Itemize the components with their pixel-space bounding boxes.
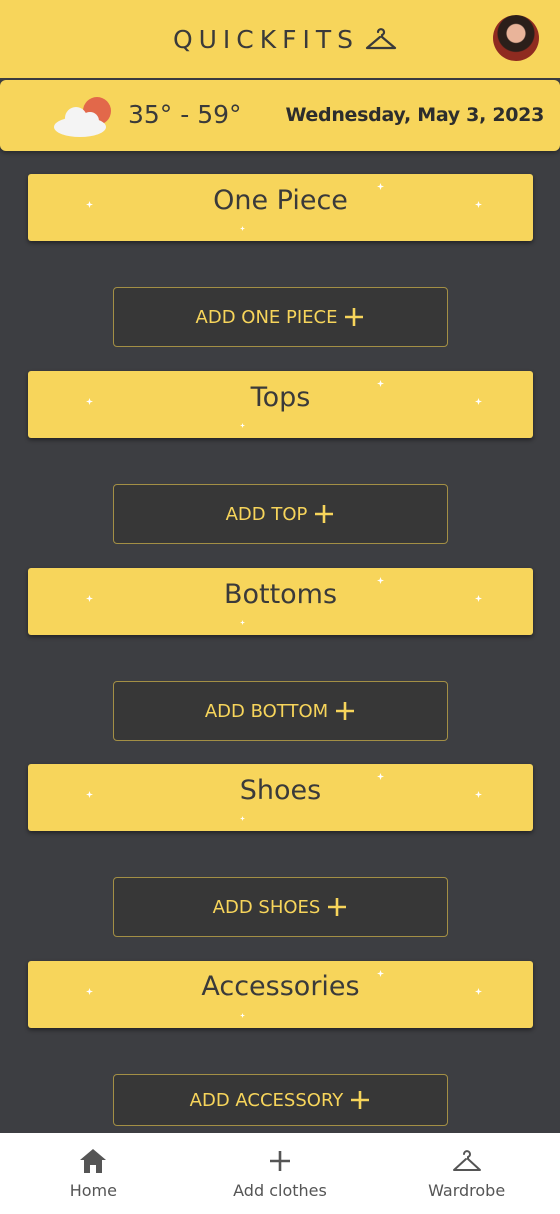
nav-wardrobe[interactable]: Wardrobe bbox=[374, 1133, 560, 1200]
sparkle-icon bbox=[86, 398, 93, 405]
plus-icon bbox=[345, 308, 364, 326]
category-label: Accessories bbox=[201, 971, 360, 1002]
add-accessory-button[interactable]: ADD ACCESSORY bbox=[113, 1074, 448, 1126]
sparkle-icon bbox=[475, 988, 482, 995]
sparkle-icon bbox=[377, 577, 384, 584]
nav-add-clothes[interactable]: Add clothes bbox=[187, 1133, 373, 1200]
plus-icon bbox=[336, 702, 355, 720]
partly-cloudy-icon bbox=[54, 97, 111, 137]
plus-icon bbox=[351, 1091, 370, 1109]
category-label: Tops bbox=[250, 382, 311, 413]
category-shoes[interactable]: Shoes bbox=[28, 764, 533, 831]
plus-icon bbox=[328, 898, 347, 916]
add-button-label: ADD TOP bbox=[225, 503, 308, 525]
sparkle-icon bbox=[86, 791, 93, 798]
nav-label: Add clothes bbox=[233, 1181, 327, 1200]
app-title: QUICKFITS bbox=[172, 24, 360, 54]
nav-home[interactable]: Home bbox=[0, 1133, 186, 1200]
sparkle-icon bbox=[240, 816, 245, 821]
add-bottom-button[interactable]: ADD BOTTOM bbox=[113, 681, 448, 741]
current-date: Wednesday, May 3, 2023 bbox=[285, 104, 544, 126]
plus-icon bbox=[315, 505, 334, 523]
category-label: Bottoms bbox=[223, 579, 338, 610]
nav-label: Wardrobe bbox=[428, 1181, 506, 1200]
sparkle-icon bbox=[475, 791, 482, 798]
app-header: QUICKFITS bbox=[0, 0, 560, 78]
user-avatar[interactable] bbox=[493, 15, 539, 61]
category-label: One Piece bbox=[213, 185, 348, 216]
sparkle-icon bbox=[86, 595, 93, 602]
sparkle-icon bbox=[240, 226, 245, 231]
add-shoes-button[interactable]: ADD SHOES bbox=[113, 877, 448, 937]
temperature-range: 35° - 59° bbox=[128, 100, 242, 129]
sparkle-icon bbox=[377, 970, 384, 977]
category-accessories[interactable]: Accessories bbox=[28, 961, 533, 1028]
add-button-label: ADD ACCESSORY bbox=[189, 1089, 344, 1111]
sparkle-icon bbox=[240, 1013, 245, 1018]
sparkle-icon bbox=[377, 183, 384, 190]
sparkle-icon bbox=[86, 201, 93, 208]
add-button-label: ADD ONE PIECE bbox=[195, 306, 338, 328]
sparkle-icon bbox=[86, 988, 93, 995]
home-icon bbox=[80, 1149, 107, 1173]
plus-icon bbox=[269, 1151, 290, 1171]
category-bottoms[interactable]: Bottoms bbox=[28, 568, 533, 635]
category-tops[interactable]: Tops bbox=[28, 371, 533, 438]
sparkle-icon bbox=[377, 380, 384, 387]
sparkle-icon bbox=[475, 595, 482, 602]
add-one-piece-button[interactable]: ADD ONE PIECE bbox=[113, 287, 448, 347]
add-button-label: ADD BOTTOM bbox=[204, 700, 329, 722]
hanger-icon bbox=[452, 1150, 481, 1171]
sparkle-icon bbox=[475, 201, 482, 208]
category-one-piece[interactable]: One Piece bbox=[28, 174, 533, 241]
sparkle-icon bbox=[475, 398, 482, 405]
nav-label: Home bbox=[69, 1181, 117, 1200]
brand[interactable]: QUICKFITS bbox=[173, 25, 397, 54]
hanger-icon bbox=[365, 28, 397, 50]
add-button-label: ADD SHOES bbox=[212, 896, 321, 918]
category-label: Shoes bbox=[239, 775, 322, 806]
bottom-nav: Home Add clothes Wardrobe bbox=[0, 1133, 560, 1214]
weather-bar: 35° - 59° Wednesday, May 3, 2023 bbox=[0, 80, 560, 151]
sparkle-icon bbox=[377, 773, 384, 780]
add-top-button[interactable]: ADD TOP bbox=[113, 484, 448, 544]
sparkle-icon bbox=[240, 620, 245, 625]
sparkle-icon bbox=[240, 423, 245, 428]
